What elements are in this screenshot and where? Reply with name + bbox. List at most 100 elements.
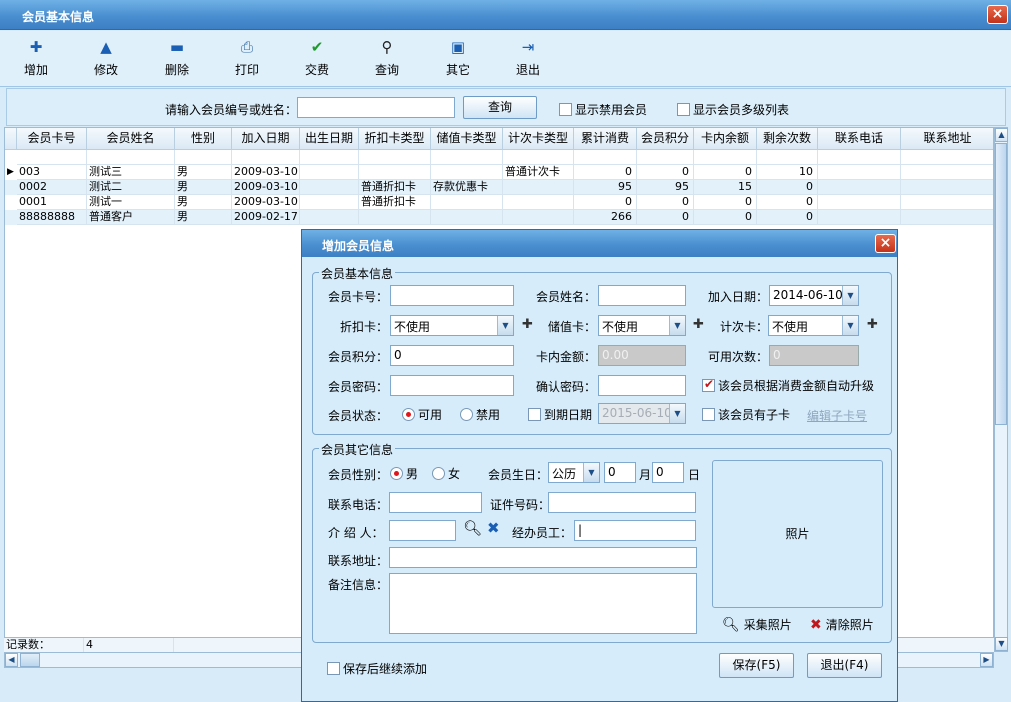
auto-upgrade-checkbox[interactable]: 该会员根据消费金额自动升级: [702, 377, 874, 394]
column-header[interactable]: 联系电话: [818, 128, 901, 150]
referrer-input[interactable]: [389, 520, 456, 541]
column-header[interactable]: 剩余次数: [757, 128, 818, 150]
toolbar-button-4[interactable]: ✔ 交费: [292, 37, 342, 78]
keep-adding-checkbox[interactable]: 保存后继续添加: [327, 660, 427, 677]
expire-date-checkbox[interactable]: 到期日期: [528, 406, 592, 423]
staff-input[interactable]: |: [574, 520, 696, 541]
search-icon[interactable]: 🔍︎: [463, 519, 482, 537]
has-sub-card-checkbox[interactable]: 该会员有子卡: [702, 406, 790, 423]
toolbar-button-7[interactable]: ⇥ 退出: [503, 37, 553, 78]
chevron-down-icon[interactable]: ▼: [842, 286, 858, 305]
show-disabled-checkbox[interactable]: 显示禁用会员: [559, 101, 647, 118]
table-cell: 0: [574, 165, 637, 180]
times-input: 0: [769, 345, 859, 366]
join-date-picker[interactable]: 2014-06-10 ▼: [769, 285, 859, 306]
table-row[interactable]: 0001 测试一男 2009-03-10 普通折扣卡 0 0 0 0: [5, 195, 993, 210]
add-count-card-icon[interactable]: ✚: [867, 317, 878, 332]
stored-card-select[interactable]: 不使用 ▼: [598, 315, 686, 336]
column-header[interactable]: 联系地址: [901, 128, 993, 150]
table-row[interactable]: 88888888 普通客户男 2009-02-17 266 0 0 0: [5, 210, 993, 225]
window-close-icon[interactable]: ×: [987, 5, 1008, 24]
gender-female-radio[interactable]: 女: [432, 465, 460, 482]
column-header[interactable]: 会员姓名: [87, 128, 175, 150]
note-textarea[interactable]: [389, 573, 697, 634]
password-input[interactable]: [390, 375, 514, 396]
confirm-password-input[interactable]: [598, 375, 686, 396]
card-no-input[interactable]: [390, 285, 514, 306]
table-cell: 普通计次卡: [503, 165, 574, 180]
clear-photo-button[interactable]: ✖ 清除照片: [810, 616, 874, 633]
column-header[interactable]: 加入日期: [232, 128, 300, 150]
printer-icon: ⎙: [240, 38, 253, 56]
capture-photo-button[interactable]: 🔍︎ 采集照片: [722, 616, 792, 633]
birth-month-input[interactable]: 0: [604, 462, 636, 483]
address-input[interactable]: [389, 547, 697, 568]
status-enabled-radio[interactable]: 可用: [402, 406, 442, 423]
toolbar-button-0[interactable]: ✚ 增加: [11, 37, 61, 78]
id-input[interactable]: [548, 492, 696, 513]
calendar-type-select[interactable]: 公历 ▼: [548, 462, 600, 483]
table-row[interactable]: ▶ 003 测试三男 2009-03-10 普通计次卡 0 0 0 10: [5, 165, 993, 180]
scroll-right-icon[interactable]: ▶: [980, 653, 993, 667]
gender-label: 会员性别：: [328, 468, 389, 482]
gender-male-radio[interactable]: 男: [390, 465, 418, 482]
stored-card-label: 储值卡：: [548, 320, 597, 334]
discount-card-label: 折扣卡：: [340, 320, 389, 334]
photo-box: 照片: [712, 460, 883, 608]
column-header[interactable]: 计次卡类型: [503, 128, 574, 150]
vertical-scroll-thumb[interactable]: [995, 143, 1007, 425]
table-cell: 0: [694, 210, 757, 225]
chevron-down-icon[interactable]: ▼: [842, 316, 858, 335]
toolbar-button-6[interactable]: ▣ 其它: [433, 37, 483, 78]
column-header[interactable]: 储值卡类型: [431, 128, 503, 150]
name-input[interactable]: [598, 285, 686, 306]
clear-referrer-icon[interactable]: ✖: [487, 519, 500, 537]
add-stored-card-icon[interactable]: ✚: [693, 317, 704, 332]
column-header[interactable]: 性别: [175, 128, 232, 150]
show-multilevel-checkbox[interactable]: 显示会员多级列表: [677, 101, 789, 118]
search-input[interactable]: [297, 97, 455, 118]
save-button[interactable]: 保存(F5): [719, 653, 794, 678]
table-cell: [232, 150, 300, 165]
discount-card-select[interactable]: 不使用 ▼: [390, 315, 514, 336]
table-cell: [431, 165, 503, 180]
table-cell: [359, 210, 431, 225]
toolbar-button-2[interactable]: ▬ 删除: [152, 37, 202, 78]
balance-input: 0.00: [598, 345, 686, 366]
table-row[interactable]: 0002 测试二男 2009-03-10 普通折扣卡 存款优惠卡 95 95 15 0: [5, 180, 993, 195]
scroll-down-icon[interactable]: ▼: [995, 637, 1008, 651]
add-discount-card-icon[interactable]: ✚: [522, 317, 533, 332]
toolbar-button-3[interactable]: ⎙ 打印: [222, 37, 272, 78]
search-button[interactable]: 查询: [463, 96, 537, 119]
birth-day-input[interactable]: 0: [652, 462, 684, 483]
status-disabled-radio[interactable]: 禁用: [460, 406, 500, 423]
table-cell: 266: [574, 210, 637, 225]
toolbar-button-1[interactable]: ▲ 修改: [81, 37, 131, 78]
horizontal-scroll-thumb[interactable]: [20, 653, 40, 667]
column-header[interactable]: 会员积分: [637, 128, 694, 150]
table-cell: [359, 150, 431, 165]
scroll-up-icon[interactable]: ▲: [995, 128, 1008, 142]
chevron-down-icon[interactable]: ▼: [583, 463, 599, 482]
dialog-close-icon[interactable]: ×: [875, 234, 896, 253]
column-header[interactable]: 会员卡号: [17, 128, 87, 150]
phone-input[interactable]: [389, 492, 482, 513]
exit-button[interactable]: 退出(F4): [807, 653, 882, 678]
table-cell: [757, 150, 818, 165]
chevron-down-icon[interactable]: ▼: [669, 316, 685, 335]
table-row-new[interactable]: [5, 150, 993, 165]
column-header[interactable]: 出生日期: [300, 128, 359, 150]
column-header[interactable]: 折扣卡类型: [359, 128, 431, 150]
chevron-down-icon[interactable]: ▼: [497, 316, 513, 335]
scroll-left-icon[interactable]: ◀: [5, 653, 18, 667]
count-card-select[interactable]: 不使用 ▼: [768, 315, 859, 336]
edit-sub-card-link[interactable]: 编辑子卡号: [807, 407, 867, 424]
table-cell: [818, 180, 901, 195]
toolbar-button-5[interactable]: ⚲ 查询: [362, 37, 412, 78]
table-cell: [818, 210, 901, 225]
column-header[interactable]: 卡内余额: [694, 128, 757, 150]
points-input[interactable]: 0: [390, 345, 514, 366]
vertical-scrollbar[interactable]: ▲ ▼: [994, 127, 1008, 652]
table-cell: 测试二: [87, 180, 175, 195]
column-header[interactable]: 累计消费: [574, 128, 637, 150]
